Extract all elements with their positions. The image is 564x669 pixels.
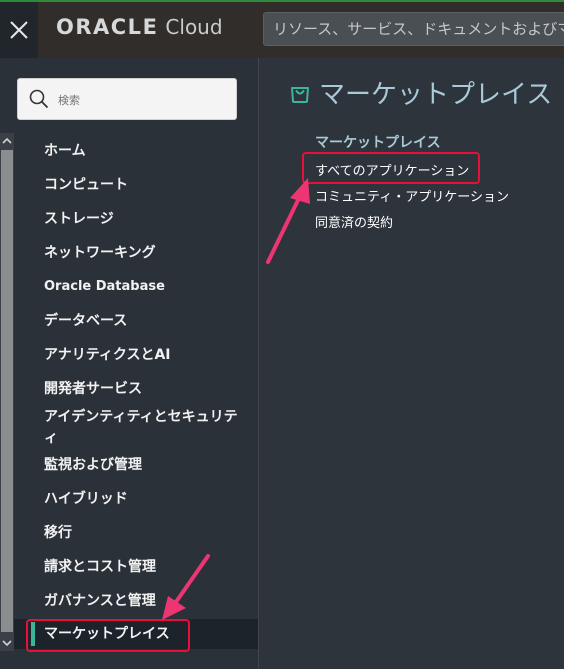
sidebar-item-compute[interactable]: コンピュート: [14, 175, 258, 195]
global-search-placeholder: リソース、サービス、ドキュメントおよびマー: [273, 20, 564, 38]
logo-cloud-text: Cloud: [165, 15, 223, 39]
sidebar-item-billing-cost[interactable]: 請求とコスト管理: [14, 557, 258, 577]
logo-oracle-text: ORACLE: [56, 15, 159, 39]
sidebar-item-label: ストレージ: [44, 211, 114, 227]
panel-title-text: マーケットプレイス: [319, 80, 553, 110]
sidebar-item-developer-services[interactable]: 開発者サービス: [14, 379, 258, 399]
sidebar-item-governance[interactable]: ガバナンスと管理: [14, 591, 258, 611]
sidebar-item-label: 移行: [44, 525, 72, 541]
sidebar-item-observability-management[interactable]: 監視および管理: [14, 455, 258, 475]
global-search-input[interactable]: リソース、サービス、ドキュメントおよびマー: [263, 12, 564, 46]
close-menu-button[interactable]: [0, 2, 38, 58]
sidebar-item-label: ガバナンスと管理: [44, 593, 156, 609]
sidebar-item-databases[interactable]: データベース: [14, 311, 258, 331]
sidebar-item-storage[interactable]: ストレージ: [14, 209, 258, 229]
sidebar-item-label: 監視および管理: [44, 457, 142, 473]
sidebar-item-label: ハイブリッド: [44, 491, 128, 507]
scroll-up-button[interactable]: [0, 133, 14, 149]
top-bar: ORACLE Cloud リソース、サービス、ドキュメントおよびマー: [0, 0, 564, 58]
sidebar-item-analytics-ai[interactable]: アナリティクスとAI: [14, 345, 258, 365]
sidebar-item-marketplace[interactable]: マーケットプレイス: [14, 619, 258, 649]
sidebar-item-label: 開発者サービス: [44, 381, 142, 397]
sidebar-item-label: データベース: [44, 313, 128, 329]
active-indicator: [31, 622, 35, 646]
sidebar-item-label: アイデンティティとセキュリティ: [44, 409, 238, 446]
navigation-sidebar: ホーム コンピュート ストレージ ネットワーキング Oracle Databas…: [0, 58, 258, 669]
oracle-cloud-logo[interactable]: ORACLE Cloud: [56, 15, 223, 43]
submenu-panel: マーケットプレイス マーケットプレイス すべてのアプリケーション コミュニティ・…: [258, 58, 564, 669]
sidebar-item-identity-security[interactable]: アイデンティティとセキュリティ: [14, 407, 258, 449]
sidebar-search-input[interactable]: [58, 90, 228, 110]
sidebar-item-label: 請求とコスト管理: [44, 559, 156, 575]
sidebar-item-migration[interactable]: 移行: [14, 523, 258, 543]
sidebar-item-label: ホーム: [44, 143, 86, 159]
sidebar-item-label: コンピュート: [44, 177, 128, 193]
sidebar-scrollbar[interactable]: [0, 133, 14, 651]
shopping-bag-icon: [291, 86, 309, 103]
app-root: ORACLE Cloud リソース、サービス、ドキュメントおよびマー 検索 ホー…: [0, 0, 564, 669]
link-all-applications[interactable]: すべてのアプリケーション: [315, 160, 469, 179]
submenu-section-heading: マーケットプレイス: [315, 135, 441, 151]
sidebar-item-networking[interactable]: ネットワーキング: [14, 243, 258, 263]
sidebar-item-label: ネットワーキング: [44, 245, 156, 261]
sidebar-search-field[interactable]: [17, 78, 237, 120]
sidebar-item-home[interactable]: ホーム: [14, 141, 258, 161]
panel-title: マーケットプレイス: [289, 74, 552, 111]
search-icon: [29, 89, 49, 109]
sidebar-item-hybrid[interactable]: ハイブリッド: [14, 489, 258, 509]
link-accepted-agreements[interactable]: 同意済の契約: [315, 212, 393, 231]
scroll-down-button[interactable]: [0, 635, 14, 651]
chevron-up-icon: [2, 137, 12, 144]
close-icon: [10, 21, 28, 39]
sidebar-item-oracle-database[interactable]: Oracle Database: [14, 277, 258, 297]
link-community-applications[interactable]: コミュニティ・アプリケーション: [315, 186, 509, 205]
chevron-down-icon: [2, 640, 12, 647]
sidebar-item-label: マーケットプレイス: [44, 626, 170, 642]
scrollbar-thumb[interactable]: [1, 150, 13, 632]
sidebar-item-label: Oracle Database: [44, 279, 165, 294]
sidebar-item-label: アナリティクスとAI: [44, 347, 171, 363]
